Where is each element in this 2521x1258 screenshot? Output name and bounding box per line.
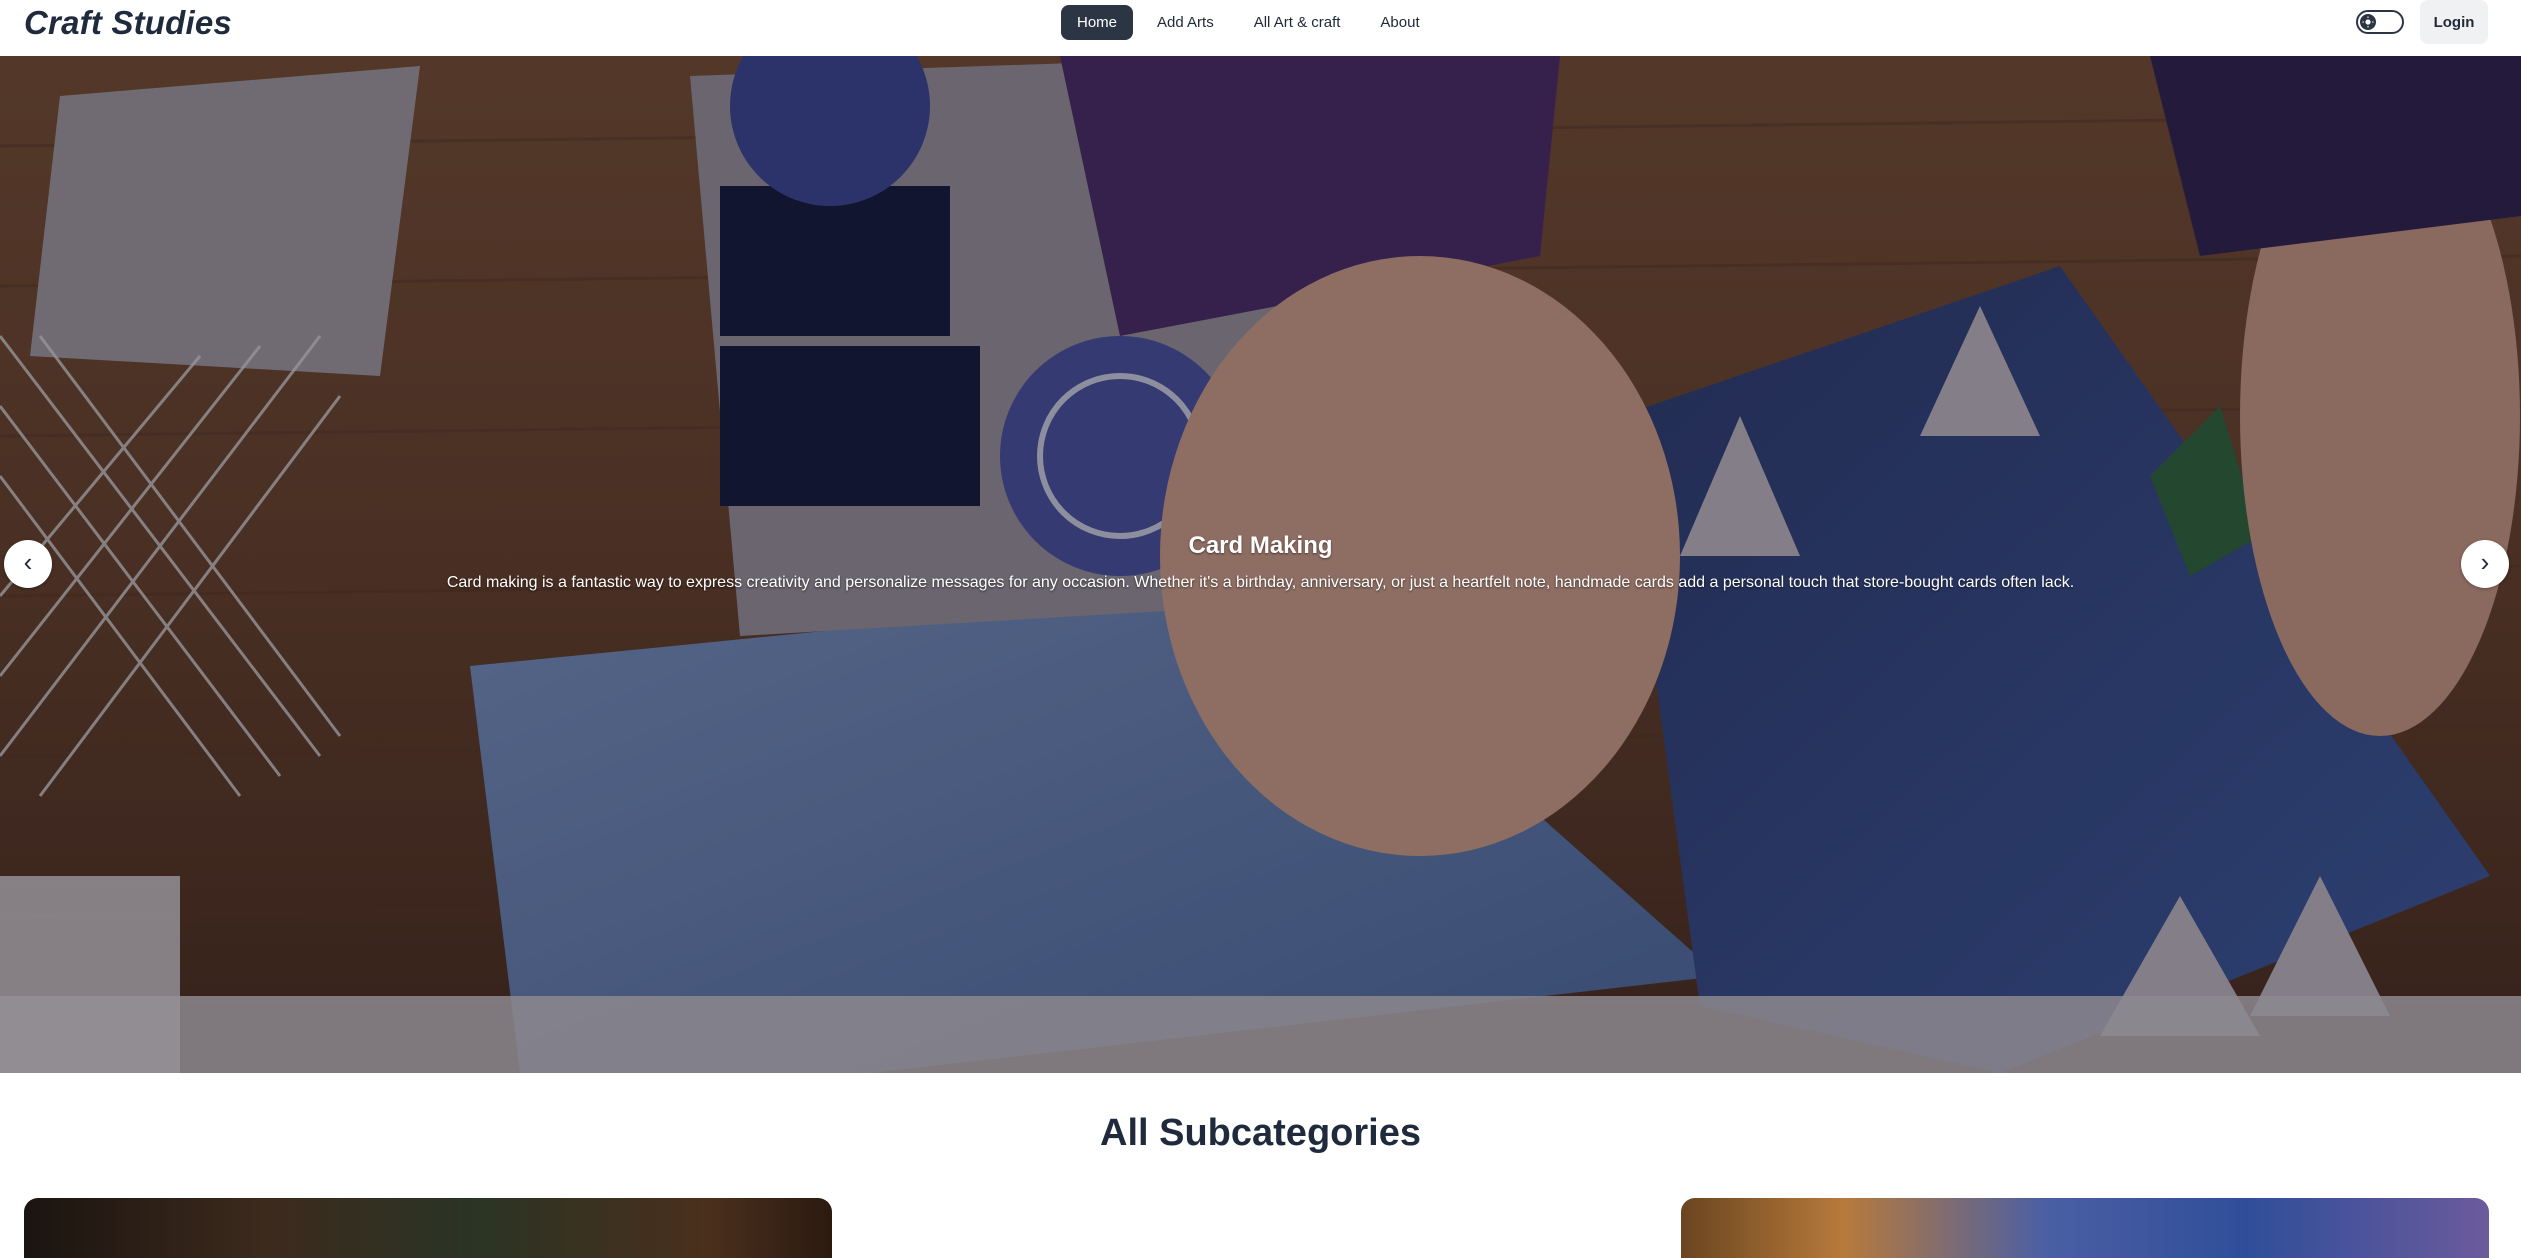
theme-toggle-knob: [2360, 14, 2376, 30]
brand-logo[interactable]: Craft Studies: [24, 4, 232, 42]
subcategories-title: All Subcategories: [1100, 1112, 1421, 1154]
carousel-next-button[interactable]: ›: [2461, 540, 2509, 588]
carousel-prev-button[interactable]: ‹: [4, 540, 52, 588]
hero-carousel: Card Making Card making is a fantastic w…: [0, 56, 2521, 1073]
nav-item-home[interactable]: Home: [1061, 5, 1134, 40]
nav-menu: Home Add Arts All Art & craft About: [1061, 4, 1444, 41]
nav-item-all-art-craft[interactable]: All Art & craft: [1238, 5, 1357, 40]
hero-title: Card Making: [1188, 532, 1333, 559]
navbar: Craft Studies Home Add Arts All Art & cr…: [0, 0, 2521, 56]
nav-item-add-arts[interactable]: Add Arts: [1141, 5, 1230, 40]
sun-icon: [2362, 16, 2374, 28]
hero-caption: Card Making Card making is a fantastic w…: [0, 532, 2521, 592]
login-button[interactable]: Login: [2420, 0, 2488, 44]
subcategory-card-image[interactable]: [1681, 1198, 2489, 1258]
subcategory-card-image[interactable]: [24, 1198, 832, 1258]
hero-description: Card making is a fantastic way to expres…: [446, 574, 2075, 591]
theme-toggle[interactable]: [2356, 10, 2404, 34]
nav-item-about[interactable]: About: [1364, 5, 1435, 40]
